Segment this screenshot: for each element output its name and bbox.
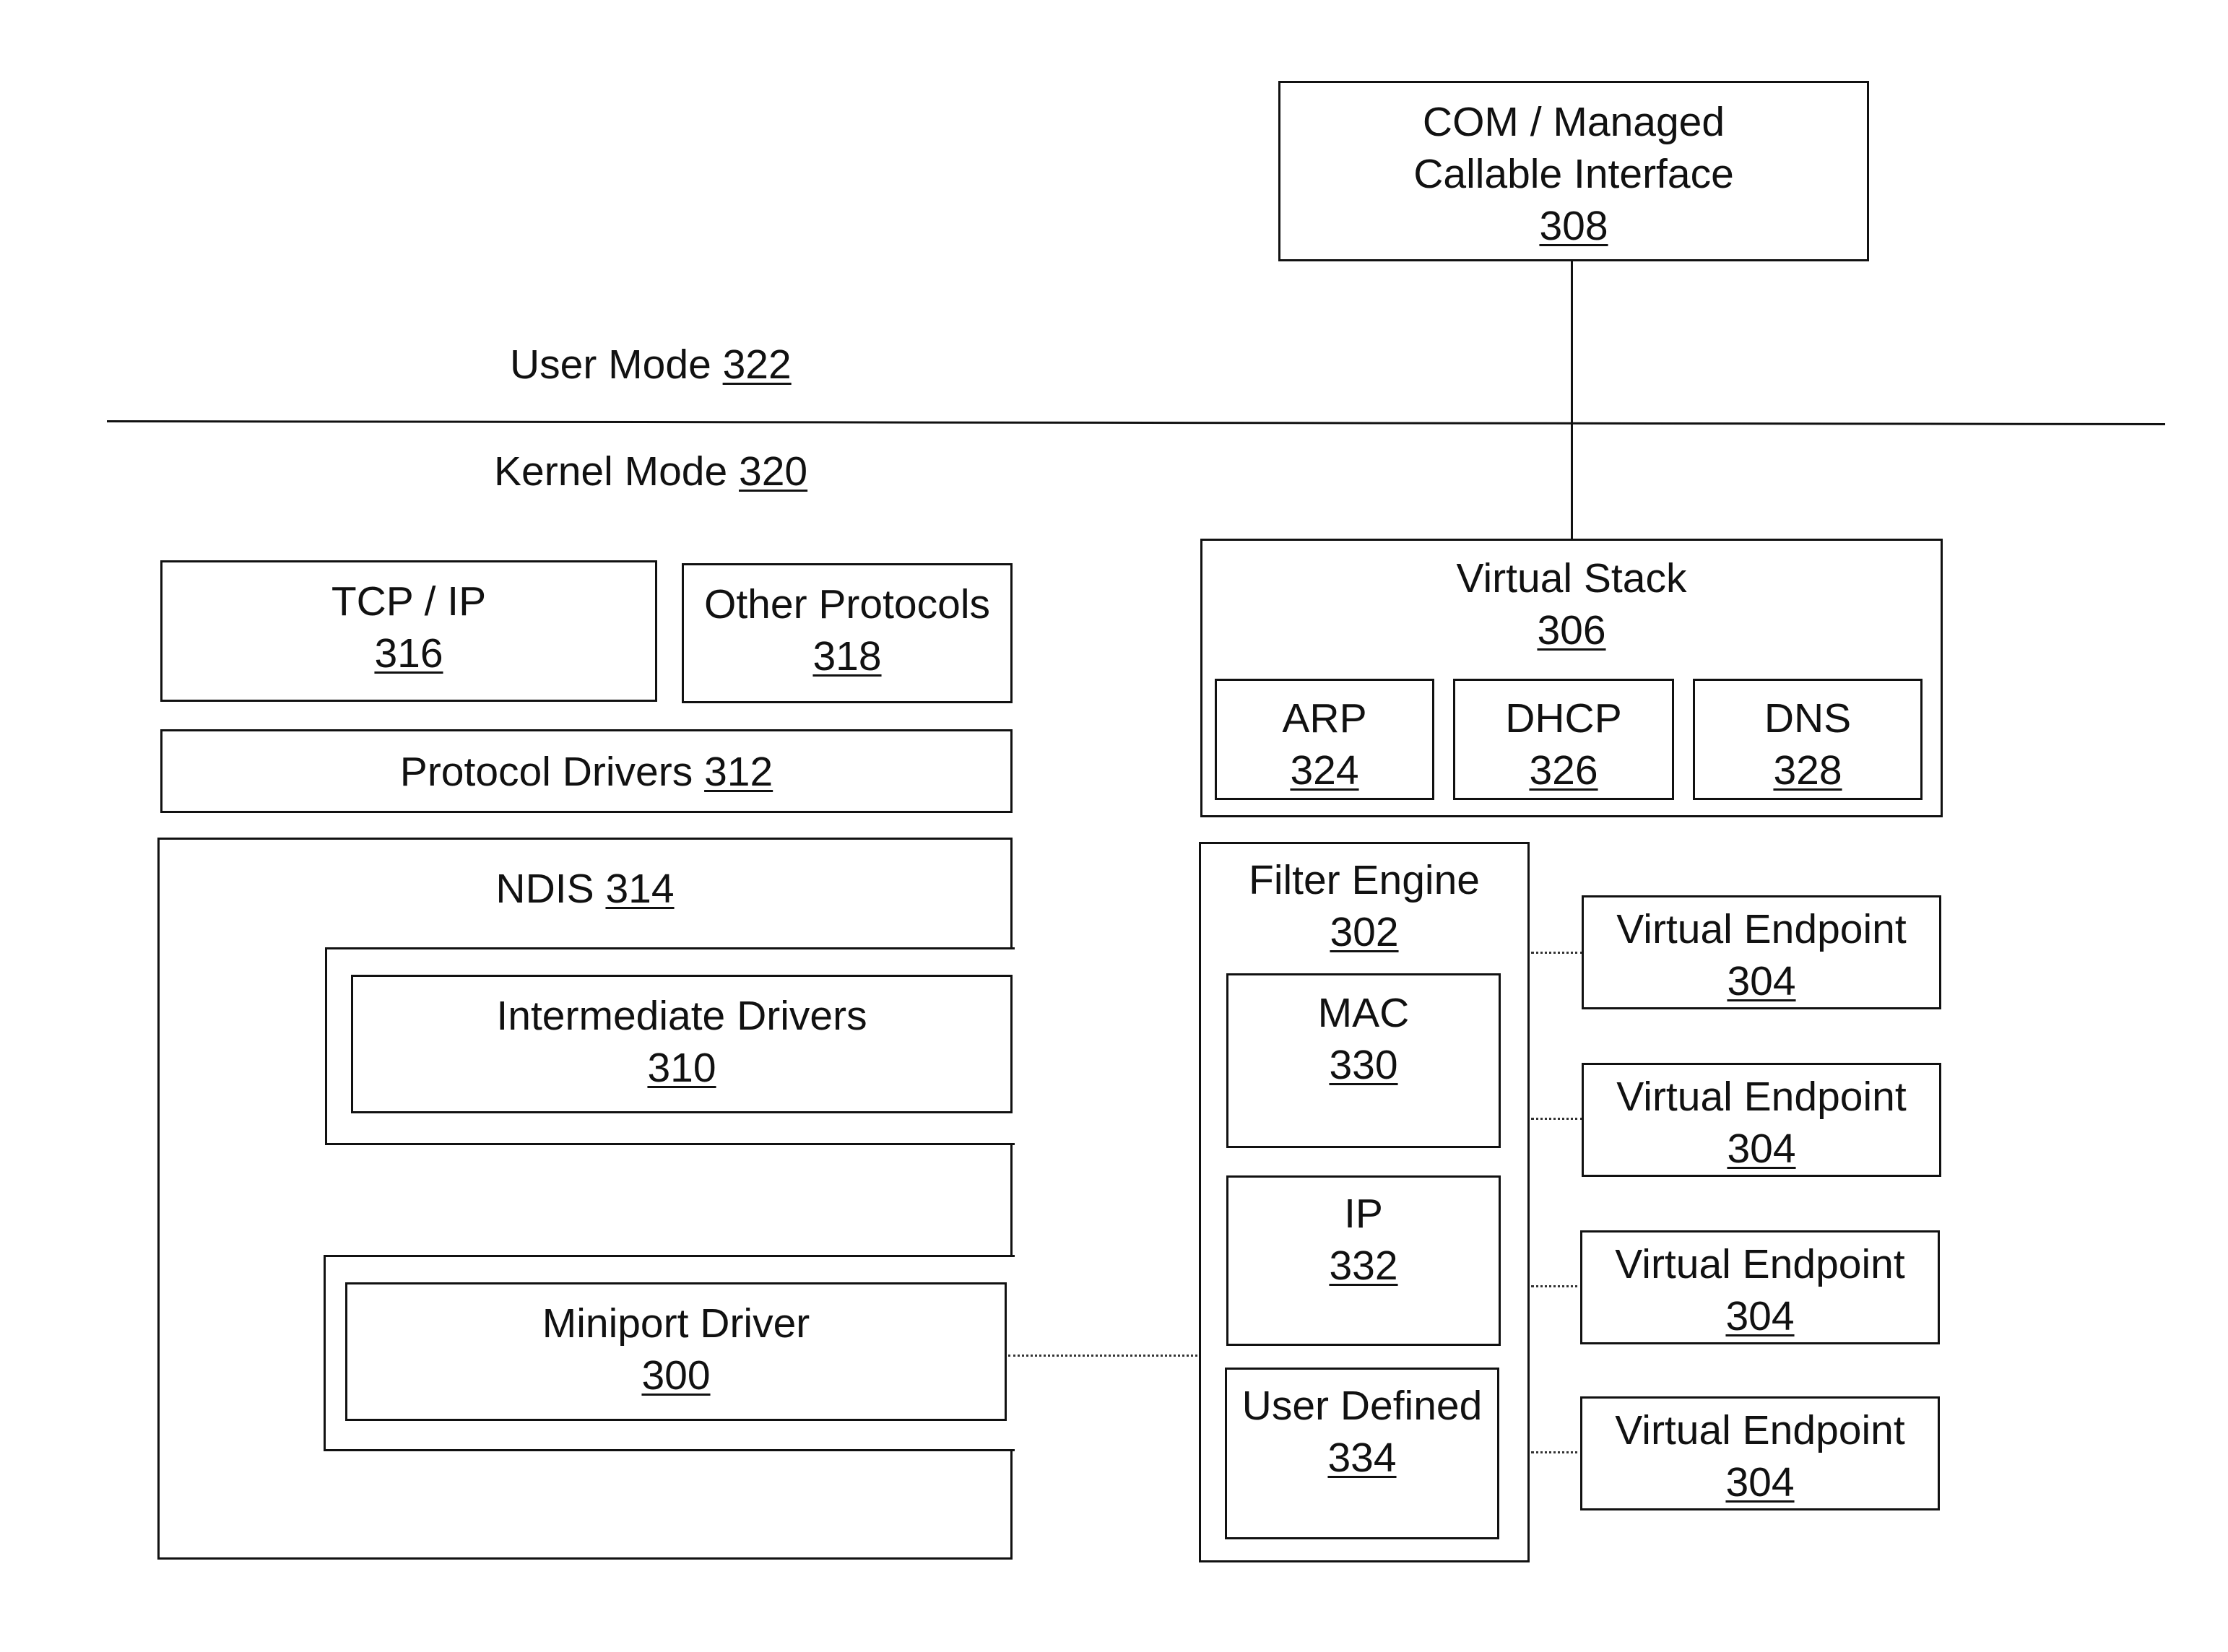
protocol-drivers-box: Protocol Drivers 312 <box>160 729 1013 813</box>
mac-filter-ref: 330 <box>1329 1042 1398 1088</box>
ndis-box: NDIS 314 <box>157 838 1013 1560</box>
com-interface-line2: Callable Interface <box>1413 151 1734 197</box>
filter-to-endpoint-link-3 <box>1531 1285 1583 1287</box>
virtual-endpoint-ref: 304 <box>1727 1126 1796 1172</box>
kernel-mode-ref: 320 <box>739 448 808 495</box>
dns-box: DNS 328 <box>1693 679 1923 800</box>
virtual-endpoint-box-2: Virtual Endpoint 304 <box>1582 1063 1941 1177</box>
virtual-endpoint-label: Virtual Endpoint <box>1616 906 1907 952</box>
other-protocols-box: Other Protocols 318 <box>682 563 1013 703</box>
ip-filter-box: IP 332 <box>1226 1175 1501 1346</box>
virtual-stack-ref: 306 <box>1537 607 1606 653</box>
ndis-label: NDIS <box>495 866 594 912</box>
virtual-endpoint-label: Virtual Endpoint <box>1615 1407 1905 1453</box>
user-defined-filter-ref: 334 <box>1327 1435 1397 1481</box>
intermediate-drivers-ref: 310 <box>647 1045 716 1091</box>
tcpip-box: TCP / IP 316 <box>160 560 657 702</box>
user-defined-filter-label: User Defined <box>1241 1383 1483 1429</box>
ip-filter-label: IP <box>1344 1191 1383 1237</box>
arp-box: ARP 324 <box>1215 679 1434 800</box>
ip-filter-ref: 332 <box>1329 1243 1398 1289</box>
com-interface-ref: 308 <box>1539 203 1608 249</box>
user-kernel-boundary-line <box>106 420 2165 425</box>
filter-to-endpoint-link-1 <box>1531 952 1583 954</box>
other-protocols-label: Other Protocols <box>704 581 990 627</box>
virtual-endpoint-ref: 304 <box>1725 1459 1795 1505</box>
arp-label: ARP <box>1282 695 1367 742</box>
miniport-driver-label: Miniport Driver <box>542 1300 810 1347</box>
dns-ref: 328 <box>1773 747 1842 794</box>
protocol-drivers-ref: 312 <box>704 749 773 795</box>
virtual-stack-label: Virtual Stack <box>1456 555 1687 601</box>
virtual-endpoint-box-1: Virtual Endpoint 304 <box>1582 895 1941 1009</box>
virtual-endpoint-ref: 304 <box>1727 958 1796 1004</box>
kernel-mode-text: Kernel Mode <box>494 448 728 495</box>
mac-filter-box: MAC 330 <box>1226 973 1501 1148</box>
ndis-ref: 314 <box>605 866 675 912</box>
com-to-virtual-stack-connector <box>1571 261 1573 539</box>
dhcp-ref: 326 <box>1529 747 1598 794</box>
user-mode-ref: 322 <box>722 342 792 388</box>
mac-filter-label: MAC <box>1317 990 1410 1036</box>
other-protocols-ref: 318 <box>812 633 882 679</box>
protocol-drivers-label: Protocol Drivers <box>399 749 693 795</box>
miniport-to-filter-engine-link <box>1008 1355 1197 1357</box>
user-mode-label: User Mode 322 <box>510 341 792 388</box>
dhcp-box: DHCP 326 <box>1453 679 1674 800</box>
intermediate-drivers-label: Intermediate Drivers <box>496 993 867 1039</box>
filter-to-endpoint-link-2 <box>1531 1118 1583 1120</box>
dhcp-label: DHCP <box>1505 695 1622 742</box>
filter-engine-ref: 302 <box>1330 909 1399 955</box>
filter-to-endpoint-link-4 <box>1531 1451 1583 1453</box>
virtual-endpoint-box-4: Virtual Endpoint 304 <box>1580 1396 1940 1510</box>
com-managed-callable-interface-box: COM / Managed Callable Interface 308 <box>1278 81 1869 261</box>
virtual-endpoint-ref: 304 <box>1725 1293 1795 1339</box>
arp-ref: 324 <box>1290 747 1359 794</box>
kernel-mode-label: Kernel Mode 320 <box>494 448 807 495</box>
virtual-endpoint-box-3: Virtual Endpoint 304 <box>1580 1230 1940 1344</box>
miniport-driver-ref: 300 <box>641 1352 711 1399</box>
user-defined-filter-box: User Defined 334 <box>1225 1368 1499 1539</box>
com-interface-line1: COM / Managed <box>1422 99 1725 145</box>
user-mode-text: User Mode <box>510 342 711 388</box>
tcpip-label: TCP / IP <box>331 578 487 625</box>
virtual-endpoint-label: Virtual Endpoint <box>1616 1074 1907 1120</box>
tcpip-ref: 316 <box>374 630 443 677</box>
filter-engine-label: Filter Engine <box>1249 857 1480 903</box>
dns-label: DNS <box>1764 695 1852 742</box>
intermediate-drivers-box: Intermediate Drivers 310 <box>351 975 1013 1113</box>
miniport-driver-box: Miniport Driver 300 <box>345 1282 1007 1421</box>
virtual-endpoint-label: Virtual Endpoint <box>1615 1241 1905 1287</box>
